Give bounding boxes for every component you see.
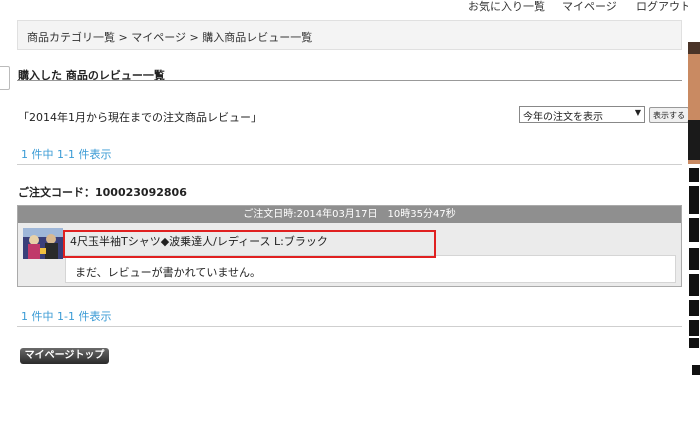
product-thumbnail[interactable] [23,228,63,259]
left-edge-widget[interactable] [0,66,10,90]
period-select-value: 今年の注文を表示 [523,112,603,123]
period-select[interactable]: 今年の注文を表示 ▼ [519,106,645,123]
order-code-value: 100023092806 [95,186,187,199]
order-code: ご注文コード：100023092806 [18,184,187,200]
title-divider [17,80,682,81]
divider [17,326,682,327]
period-label: 「2014年1月から現在までの注文商品レビュー」 [18,111,262,124]
side-banner-image [688,0,700,441]
dropdown-arrow-icon: ▼ [634,108,641,117]
favorites-link[interactable]: お気に入り一覧 [468,0,545,14]
mypage-top-button[interactable]: マイページトップ [20,348,109,364]
review-text: まだ、レビューが書かれていません。 [65,255,676,283]
show-button[interactable]: 表示する [649,107,689,123]
divider [17,164,682,165]
breadcrumb: 商品カテゴリ一覧 > マイページ > 購入商品レビュー一覧 [17,20,682,50]
logout-link[interactable]: ログアウト [636,0,691,14]
pager-top: 1 件中 1-1 件表示 [21,148,112,161]
order-datetime: ご注文日時:2014年03月17日 10時35分47秒 [18,206,681,223]
highlight-box [63,230,436,258]
top-navigation: お気に入り一覧 マイページ ログアウト [0,0,700,14]
order-code-label: ご注文コード： [18,186,95,199]
pager-bottom: 1 件中 1-1 件表示 [21,310,112,323]
mypage-link[interactable]: マイページ [562,0,617,14]
